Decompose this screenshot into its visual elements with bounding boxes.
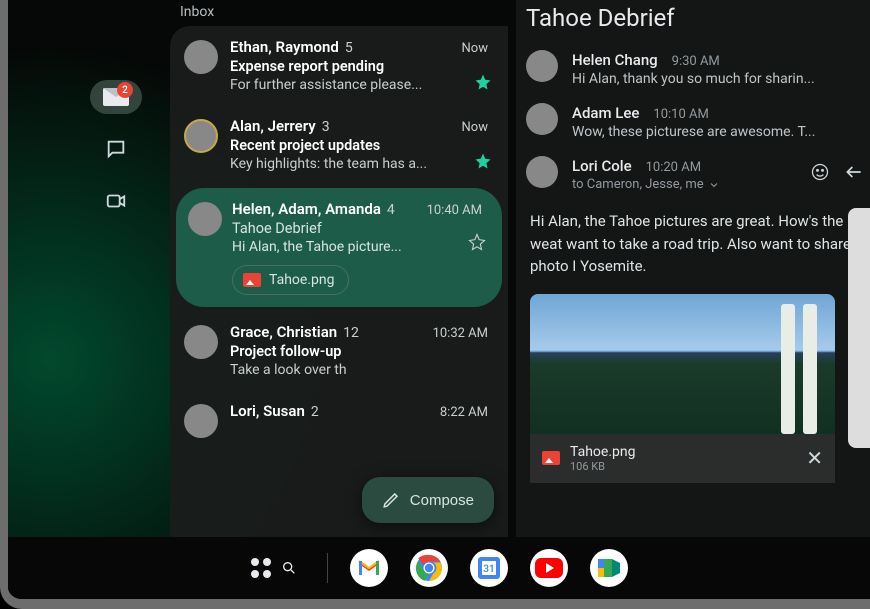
thread-snippet: Take a look over th [230,362,492,378]
rail-mail[interactable]: 2 [90,80,142,114]
message-body: Hi Alan, the Tahoe pictures are great. H… [516,200,870,288]
chevron-down-icon [708,179,720,191]
avatar [184,119,218,153]
thread-time: Now [462,41,492,56]
avatar [184,404,218,438]
message-time: 10:20 AM [646,160,701,175]
thread-sender: Ethan, Raymond [230,38,339,56]
thread-count: 5 [345,40,353,56]
compose-label: Compose [410,492,474,509]
thread-snippet: Hi Alan, the Tahoe picture... [232,239,486,255]
mail-badge: 2 [117,82,133,98]
thread-item[interactable]: Alan, Jerrery 3 Now Recent project updat… [170,105,508,184]
taskbar-app-youtube[interactable] [530,549,568,587]
thread-subject: Project follow-up [230,343,492,360]
separator [327,553,328,583]
emoji-icon[interactable] [810,162,830,182]
thread-count: 3 [322,119,330,135]
thread-time: 10:32 AM [433,326,492,341]
thread-time: 8:22 AM [440,405,492,420]
thread-count: 4 [387,202,395,218]
search-icon [281,560,297,576]
message-preview: Wow, these picturese are awesome. T... [572,124,858,140]
message-collapsed[interactable]: Adam Lee 10:10 AM Wow, these picturese a… [516,95,870,148]
thread-time: 10:40 AM [427,203,486,218]
video-icon [105,190,127,212]
close-icon[interactable]: ✕ [806,446,823,470]
attachment-chip[interactable]: Tahoe.png [232,265,349,295]
taskbar: 31 [8,537,870,599]
chat-icon [105,138,127,160]
app-launcher[interactable] [251,558,297,578]
thread-item-selected[interactable]: Helen, Adam, Amanda 4 10:40 AM Tahoe Deb… [176,188,502,307]
thread-sender: Grace, Christian [230,323,337,341]
taskbar-app-meet[interactable] [590,549,628,587]
attachment-image[interactable] [530,294,835,434]
avatar [184,40,218,74]
thread-sender: Helen, Adam, Amanda [232,200,381,218]
inbox-label: Inbox [180,4,214,20]
star-icon[interactable] [474,152,492,170]
attachment-name: Tahoe.png [269,272,334,288]
youtube-icon [534,557,564,579]
meet-icon [596,557,622,579]
thread-count: 2 [311,404,319,420]
thread-item[interactable]: Ethan, Raymond 5 Now Expense report pend… [170,26,508,105]
avatar [526,156,558,188]
thread-subject: Recent project updates [230,137,492,154]
taskbar-app-gmail[interactable] [350,549,388,587]
avatar [526,50,558,82]
calendar-icon: 31 [476,555,502,581]
taskbar-app-chrome[interactable] [410,549,448,587]
message-from: Helen Chang [572,51,658,69]
message-preview: Hi Alan, thank you so much for sharin... [572,71,858,87]
message-time: 10:10 AM [653,107,708,122]
thread-sender: Alan, Jerrery [230,117,316,135]
message-from: Adam Lee [572,104,639,122]
message-collapsed[interactable]: Helen Chang 9:30 AM Hi Alan, thank you s… [516,42,870,95]
svg-text:31: 31 [483,564,494,575]
message-time: 9:30 AM [672,54,720,69]
thread-item[interactable]: Grace, Christian 12 10:32 AM Project fol… [170,311,508,390]
reply-arrow-icon[interactable] [844,162,864,182]
thread-snippet: Key highlights: the team has a... [230,156,492,172]
thread-list: Ethan, Raymond 5 Now Expense report pend… [170,26,508,537]
image-icon [243,273,261,287]
attachment-size: 106 KB [570,460,796,473]
pencil-icon [382,491,400,509]
attachment-name: Tahoe.png [570,444,796,460]
side-card[interactable] [848,208,870,448]
thread-time: Now [462,120,492,135]
gmail-icon [357,559,381,577]
image-icon [542,451,560,465]
thread-item[interactable]: Lori, Susan 2 8:22 AM [170,390,508,450]
message-expanded[interactable]: Lori Cole 10:20 AM to Cameron, Jesse, me [516,148,870,200]
compose-button[interactable]: Compose [362,477,494,523]
chrome-icon [415,554,443,582]
star-icon[interactable] [468,233,486,251]
conversation-title: Tahoe Debrief [516,0,870,42]
avatar [526,103,558,135]
apps-grid-icon [251,558,271,578]
conversation-panel: Tahoe Debrief Helen Chang 9:30 AM Hi Ala… [516,0,870,537]
avatar [184,325,218,359]
avatar [188,202,222,236]
attachment-bar: Tahoe.png 106 KB ✕ [530,434,835,483]
thread-subject: Tahoe Debrief [232,220,486,237]
message-from: Lori Cole [572,157,632,175]
thread-count: 12 [343,325,359,341]
thread-snippet: For further assistance please... [230,77,492,93]
thread-sender: Lori, Susan [230,402,305,420]
star-icon[interactable] [474,73,492,91]
nav-rail: 2 [80,0,152,537]
taskbar-app-calendar[interactable]: 31 [470,549,508,587]
rail-meet[interactable] [90,184,142,218]
thread-subject: Expense report pending [230,58,492,75]
rail-chat[interactable] [90,132,142,166]
